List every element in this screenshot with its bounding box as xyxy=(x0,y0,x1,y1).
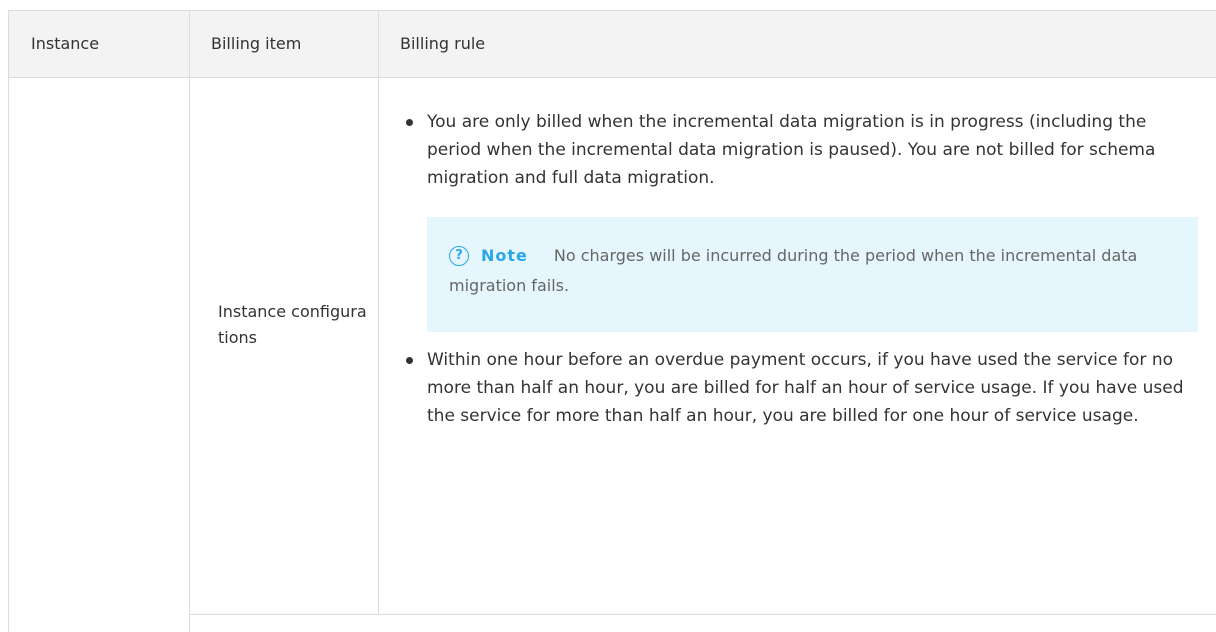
header-instance: Instance xyxy=(31,34,100,53)
header-billing-rule: Billing rule xyxy=(400,34,486,53)
list-item: Within one hour before an overdue paymen… xyxy=(392,346,1192,430)
row-divider xyxy=(189,614,1216,615)
question-circle-icon: ? xyxy=(449,246,469,266)
list-item: You are only billed when the incremental… xyxy=(392,108,1192,192)
billing-table: Instance Billing item Billing rule Insta… xyxy=(0,0,1216,632)
billing-item-instance-configurations: Instance configurations xyxy=(218,302,367,347)
header-billing-item: Billing item xyxy=(211,34,302,53)
billing-rule-list-2: Within one hour before an overdue paymen… xyxy=(392,346,1192,430)
note-title: Note xyxy=(481,246,528,265)
column-divider-1 xyxy=(189,10,190,632)
table-left-border xyxy=(8,10,9,632)
column-divider-2 xyxy=(378,10,379,614)
billing-rule-list: You are only billed when the incremental… xyxy=(392,108,1192,192)
note-text: No charges will be incurred during the p… xyxy=(449,246,1138,295)
note-box: ? Note No charges will be incurred during … xyxy=(427,217,1198,332)
